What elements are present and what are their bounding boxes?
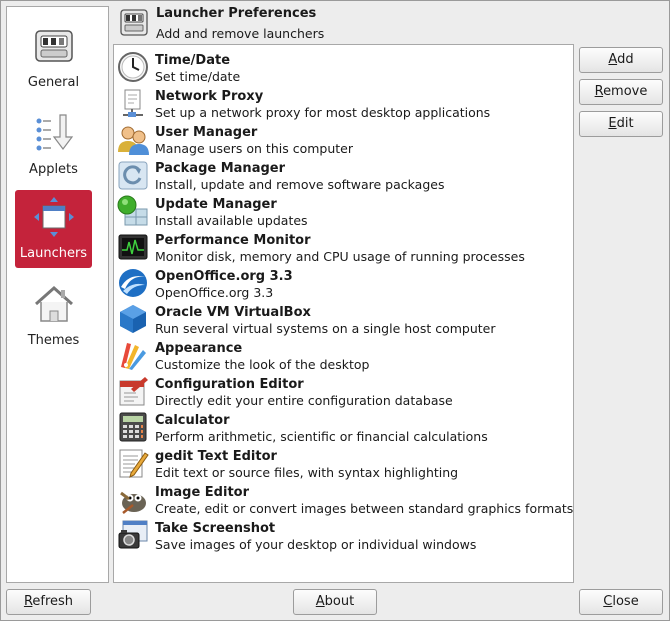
page-title: Launcher Preferences [156, 6, 317, 21]
sidebar-item-label: Applets [29, 162, 78, 177]
refresh-button[interactable]: Refresh [6, 589, 91, 615]
list-item[interactable]: Image Editor Create, edit or convert ima… [114, 480, 573, 516]
list-item[interactable]: Configuration Editor Directly edit your … [114, 372, 573, 408]
network-proxy-icon [117, 87, 149, 119]
list-item[interactable]: OpenOffice.org 3.3 OpenOffice.org 3.3 [114, 264, 573, 300]
edit-button[interactable]: Edit [579, 111, 663, 137]
list-item[interactable]: Take Screenshot Save images of your desk… [114, 516, 573, 552]
sidebar-item-themes[interactable]: Themes [15, 277, 92, 355]
list-item[interactable]: Network Proxy Set up a network proxy for… [114, 84, 573, 120]
sidebar-item-label: Themes [27, 333, 80, 348]
list-item[interactable]: User Manager Manage users on this comput… [114, 120, 573, 156]
applets-arrow-icon [33, 112, 75, 154]
list-item[interactable]: Update Manager Install available updates [114, 192, 573, 228]
page-subtitle: Add and remove launchers [156, 26, 325, 41]
list-item[interactable]: gedit Text Editor Edit text or source fi… [114, 444, 573, 480]
appearance-icon [117, 339, 149, 371]
virtualbox-icon [117, 303, 149, 335]
about-button[interactable]: About [293, 589, 377, 615]
launchers-window-icon [33, 196, 75, 238]
close-button[interactable]: Close [579, 589, 663, 615]
monitor-icon [117, 231, 149, 263]
sidebar-item-general[interactable]: General [15, 19, 92, 97]
sidebar-item-label: Launchers [19, 246, 88, 261]
calculator-icon [117, 411, 149, 443]
clock-icon [117, 51, 149, 83]
config-editor-icon [117, 375, 149, 407]
list-item[interactable]: Appearance Customize the look of the des… [114, 336, 573, 372]
launcher-list[interactable]: Time/Date Set time/date Network Proxy Se… [113, 44, 574, 583]
house-icon [33, 283, 75, 325]
sidebar-item-label: General [27, 75, 80, 90]
screenshot-icon [117, 519, 149, 551]
openoffice-icon [117, 267, 149, 299]
list-item[interactable]: Oracle VM VirtualBox Run several virtual… [114, 300, 573, 336]
users-icon [117, 123, 149, 155]
sidebar-item-applets[interactable]: Applets [15, 106, 92, 184]
category-sidebar: General Applets Launchers Themes [6, 6, 109, 583]
list-item[interactable]: Calculator Perform arithmetic, scientifi… [114, 408, 573, 444]
launcher-preferences-icon [119, 7, 149, 39]
package-icon [117, 159, 149, 191]
list-item[interactable]: Performance Monitor Monitor disk, memory… [114, 228, 573, 264]
text-editor-icon [117, 447, 149, 479]
update-icon [117, 195, 149, 227]
list-item[interactable]: Package Manager Install, update and remo… [114, 156, 573, 192]
gimp-icon [117, 483, 149, 515]
add-button[interactable]: Add [579, 47, 663, 73]
remove-button[interactable]: Remove [579, 79, 663, 105]
list-item[interactable]: Time/Date Set time/date [114, 48, 573, 84]
sidebar-item-launchers[interactable]: Launchers [15, 190, 92, 268]
toggle-switches-icon [33, 25, 75, 67]
